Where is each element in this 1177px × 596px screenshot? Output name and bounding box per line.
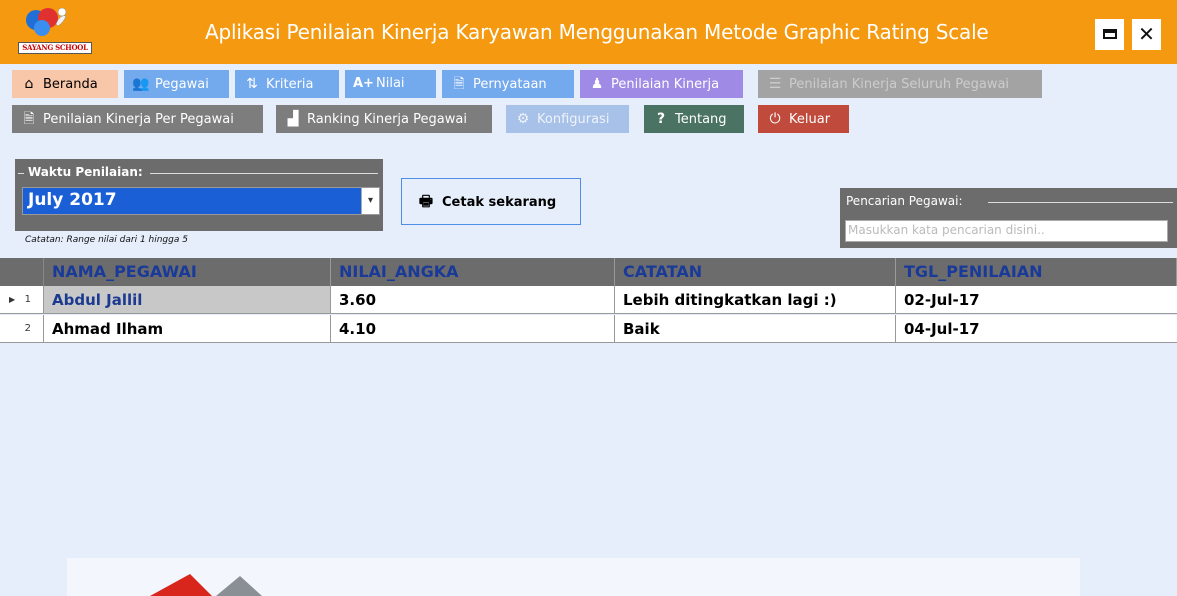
menu-pernyataan-button[interactable]: 🗎 Pernyataan: [442, 70, 574, 98]
row-pointer-icon: ▶: [9, 295, 16, 304]
power-icon: ⏻: [769, 111, 781, 127]
menu-penilaian-per-pegawai-button[interactable]: 🗎 Penilaian Kinerja Per Pegawai: [12, 105, 263, 133]
menu-nilai-button[interactable]: A+ Nilai: [345, 70, 436, 98]
search-group-line: [988, 202, 1173, 203]
row-header[interactable]: 2: [0, 315, 44, 342]
users-icon: 👥: [132, 76, 150, 92]
menu-penilaian-seluruh-label: Penilaian Kinerja Seluruh Pegawai: [789, 77, 1010, 92]
row-number: 1: [24, 294, 31, 305]
menu-pernyataan-label: Pernyataan: [473, 77, 547, 92]
search-input[interactable]: Masukkan kata pencarian disini..: [845, 220, 1168, 242]
menu-konfigurasi-button[interactable]: ⚙ Konfigurasi: [506, 105, 629, 133]
menu-kriteria-button[interactable]: ⇅ Kriteria: [235, 70, 339, 98]
sort-filter-icon: ⇅: [246, 76, 258, 92]
menu-keluar-button[interactable]: ⏻ Keluar: [758, 105, 849, 133]
table-header: NAMA_PEGAWAI NILAI_ANGKA CATATAN TGL_PEN…: [0, 258, 1177, 286]
menu-tentang-button[interactable]: ? Tentang: [644, 105, 744, 133]
row-header-corner: [0, 258, 44, 286]
waktu-group-line-left: [18, 173, 24, 174]
question-icon: ?: [656, 111, 666, 127]
home-icon: ⌂: [24, 76, 34, 92]
waktu-label: Waktu Penilaian:: [28, 165, 143, 179]
menu-keluar-label: Keluar: [789, 112, 831, 127]
title-bar: SAYANG SCHOOL Aplikasi Penilaian Kinerja…: [0, 0, 1177, 64]
document-icon: 🗎: [453, 76, 465, 92]
table-row[interactable]: ▶ 1 Abdul Jallil 3.60 Lebih ditingkatkan…: [0, 286, 1177, 314]
menu-penilaian-per-pegawai-label: Penilaian Kinerja Per Pegawai: [43, 112, 234, 127]
minimize-icon: [1102, 28, 1117, 39]
cell-tgl[interactable]: 04-Jul-17: [896, 315, 1177, 342]
cell-tgl[interactable]: 02-Jul-17: [896, 286, 1177, 313]
range-note: Catatan: Range nilai dari 1 hingga 5: [25, 235, 188, 245]
gear-icon: ⚙: [516, 111, 530, 127]
menu-pegawai-label: Pegawai: [155, 77, 209, 92]
podium-icon: ▟: [287, 111, 299, 127]
printer-icon: 🖶: [418, 192, 434, 210]
menu-nilai-label: Nilai: [376, 76, 405, 91]
table-row[interactable]: 2 Ahmad Ilham 4.10 Baik 04-Jul-17: [0, 315, 1177, 343]
cell-catatan[interactable]: Baik: [615, 315, 896, 342]
cetak-button[interactable]: 🖶 Cetak sekarang: [401, 178, 581, 225]
column-header-nilai[interactable]: NILAI_ANGKA: [331, 258, 615, 286]
menu-konfigurasi-label: Konfigurasi: [537, 112, 610, 127]
column-header-nama[interactable]: NAMA_PEGAWAI: [44, 258, 331, 286]
menu-kriteria-label: Kriteria: [266, 77, 314, 92]
search-label: Pencarian Pegawai:: [846, 194, 963, 208]
waktu-selected-value: July 2017: [28, 190, 117, 210]
column-header-tgl[interactable]: TGL_PENILAIAN: [896, 258, 1177, 286]
row-header[interactable]: ▶ 1: [0, 286, 44, 313]
cell-nama[interactable]: Abdul Jallil: [44, 286, 331, 313]
chevron-down-icon[interactable]: ▾: [361, 188, 379, 214]
school-logo: SAYANG SCHOOL: [14, 4, 94, 60]
minimize-button[interactable]: [1095, 19, 1124, 50]
app-title: Aplikasi Penilaian Kinerja Karyawan Meng…: [205, 20, 989, 44]
cell-catatan[interactable]: Lebih ditingkatkan lagi :): [615, 286, 896, 313]
cetak-label: Cetak sekarang: [442, 195, 557, 210]
menu-beranda-label: Beranda: [43, 77, 98, 92]
cell-nilai[interactable]: 4.10: [331, 315, 615, 342]
close-button[interactable]: ✕: [1132, 19, 1161, 50]
person-icon: ♟: [590, 76, 604, 92]
list-icon: ☰: [768, 76, 782, 92]
waktu-select[interactable]: July 2017 ▾: [22, 187, 380, 215]
menu-penilaian-kinerja-label: Penilaian Kinerja: [611, 77, 720, 92]
document-icon: 🗎: [23, 111, 35, 127]
menu-penilaian-seluruh-button[interactable]: ☰ Penilaian Kinerja Seluruh Pegawai: [758, 70, 1042, 98]
cell-nilai[interactable]: 3.60: [331, 286, 615, 313]
menu-beranda-button[interactable]: ⌂ Beranda: [12, 70, 118, 98]
column-header-catatan[interactable]: CATATAN: [615, 258, 896, 286]
row-number: 2: [24, 323, 31, 334]
watermark-logo: [150, 574, 262, 596]
waktu-group-line: [150, 173, 378, 174]
menu-penilaian-kinerja-button[interactable]: ♟ Penilaian Kinerja: [580, 70, 743, 98]
menu-ranking-button[interactable]: ▟ Ranking Kinerja Pegawai: [276, 105, 492, 133]
menu-pegawai-button[interactable]: 👥 Pegawai: [124, 70, 229, 98]
menu-tentang-label: Tentang: [675, 112, 727, 127]
cell-nama[interactable]: Ahmad Ilham: [44, 315, 331, 342]
logo-text: SAYANG SCHOOL: [18, 42, 92, 54]
menu-ranking-label: Ranking Kinerja Pegawai: [307, 112, 467, 127]
grade-icon: A+: [353, 76, 374, 91]
close-icon: ✕: [1138, 22, 1155, 46]
